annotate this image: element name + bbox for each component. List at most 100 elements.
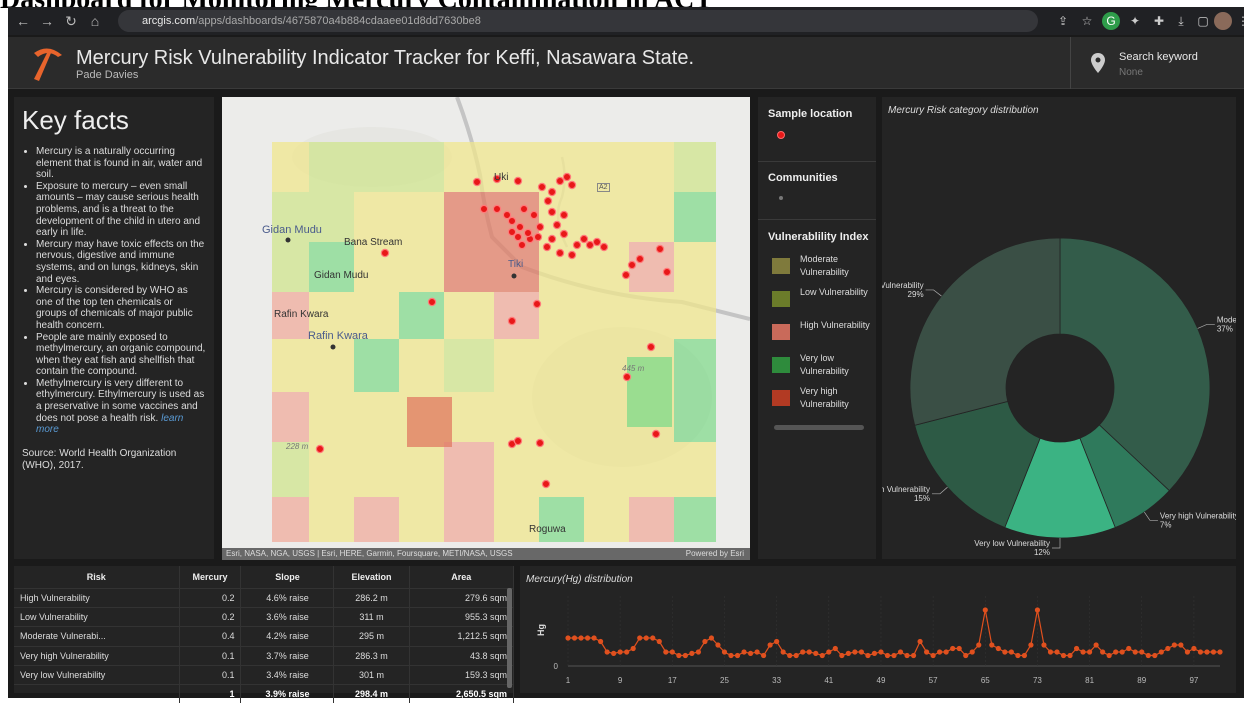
data-point[interactable] (1165, 646, 1170, 651)
sample-point[interactable] (516, 223, 523, 230)
grid-cell[interactable] (272, 392, 309, 442)
data-point[interactable] (944, 649, 949, 654)
grid-cell[interactable] (309, 497, 354, 542)
data-point[interactable] (637, 635, 642, 640)
data-point[interactable] (852, 649, 857, 654)
grid-cell[interactable] (444, 292, 494, 339)
data-point[interactable] (650, 635, 655, 640)
data-point[interactable] (768, 642, 773, 647)
data-point[interactable] (709, 635, 714, 640)
data-point[interactable] (702, 639, 707, 644)
grid-cell[interactable] (494, 497, 539, 542)
data-point[interactable] (996, 646, 1001, 651)
sample-point[interactable] (536, 439, 543, 446)
data-point[interactable] (983, 607, 988, 612)
data-point[interactable] (937, 649, 942, 654)
grid-cell[interactable] (444, 497, 494, 542)
sample-point[interactable] (560, 230, 567, 237)
data-point[interactable] (585, 635, 590, 640)
grid-cell[interactable] (494, 392, 539, 442)
grid-cell[interactable] (407, 397, 452, 447)
data-point[interactable] (1139, 649, 1144, 654)
data-point[interactable] (1054, 649, 1059, 654)
sample-point[interactable] (548, 235, 555, 242)
data-point[interactable] (722, 649, 727, 654)
grid-cell[interactable] (629, 497, 674, 542)
data-point[interactable] (826, 649, 831, 654)
grid-cell[interactable] (354, 497, 399, 542)
table-row[interactable]: Very high Vulnerability0.13.7% raise286.… (14, 646, 514, 665)
data-point[interactable] (957, 646, 962, 651)
extension-icon[interactable]: G (1102, 12, 1120, 30)
data-point[interactable] (605, 649, 610, 654)
sample-point[interactable] (543, 243, 550, 250)
forward-icon[interactable]: → (36, 10, 58, 32)
data-point[interactable] (859, 649, 864, 654)
sample-point[interactable] (536, 223, 543, 230)
data-point[interactable] (774, 639, 779, 644)
sample-point[interactable] (553, 221, 560, 228)
extension-color-icon[interactable]: ✦ (1126, 12, 1144, 30)
data-point[interactable] (1204, 649, 1209, 654)
data-point[interactable] (1146, 653, 1151, 658)
sample-point[interactable] (316, 445, 323, 452)
grid-cell[interactable] (584, 292, 629, 339)
data-point[interactable] (657, 639, 662, 644)
sample-point[interactable] (480, 205, 487, 212)
data-point[interactable] (565, 635, 570, 640)
home-icon[interactable]: ⌂ (84, 10, 106, 32)
grid-cell[interactable] (354, 142, 399, 192)
data-point[interactable] (872, 651, 877, 656)
sample-point[interactable] (524, 229, 531, 236)
data-point[interactable] (833, 646, 838, 651)
grid-cell[interactable] (629, 442, 674, 497)
sample-point[interactable] (428, 298, 435, 305)
data-point[interactable] (761, 653, 766, 658)
grid-cell[interactable] (309, 392, 354, 442)
grid-cell[interactable] (494, 339, 539, 392)
grid-cell[interactable] (674, 442, 716, 497)
data-point[interactable] (1087, 649, 1092, 654)
sample-point[interactable] (586, 241, 593, 248)
data-point[interactable] (696, 649, 701, 654)
data-point[interactable] (931, 653, 936, 658)
data-point[interactable] (1107, 653, 1112, 658)
data-point[interactable] (663, 649, 668, 654)
grid-cell[interactable] (354, 392, 399, 442)
data-point[interactable] (1133, 649, 1138, 654)
menu-icon[interactable]: ⋮ (1234, 12, 1244, 30)
map-view[interactable]: Gidan Mudu Gidan Mudu Bana Stream Rafin … (222, 97, 750, 560)
data-point[interactable] (898, 649, 903, 654)
table-header-cell[interactable]: Risk (14, 566, 179, 589)
data-point[interactable] (676, 653, 681, 658)
data-point[interactable] (917, 639, 922, 644)
grid-cell[interactable] (309, 142, 354, 192)
sample-point[interactable] (663, 268, 670, 275)
sample-point[interactable] (652, 430, 659, 437)
community-point[interactable] (286, 238, 291, 243)
data-point[interactable] (748, 651, 753, 656)
sample-point[interactable] (656, 245, 663, 252)
grid-cell[interactable] (629, 142, 674, 192)
data-point[interactable] (1198, 649, 1203, 654)
grid-cell[interactable] (674, 242, 716, 292)
grid-cell[interactable] (354, 442, 399, 497)
data-point[interactable] (1041, 642, 1046, 647)
sample-point[interactable] (548, 188, 555, 195)
data-point[interactable] (1217, 649, 1222, 654)
sample-point[interactable] (568, 181, 575, 188)
grid-cell[interactable] (444, 242, 494, 292)
data-point[interactable] (1002, 649, 1007, 654)
grid-cell[interactable] (539, 442, 584, 497)
grid-cell[interactable] (399, 292, 444, 339)
data-point[interactable] (1009, 649, 1014, 654)
star-icon[interactable]: ☆ (1078, 12, 1096, 30)
grid-cell[interactable] (354, 192, 399, 242)
data-point[interactable] (885, 653, 890, 658)
reload-icon[interactable]: ↻ (60, 10, 82, 32)
data-point[interactable] (591, 635, 596, 640)
table-row[interactable]: Moderate Vulnerabi...0.44.2% raise295 m1… (14, 627, 514, 646)
grid-cell[interactable] (629, 292, 674, 339)
pie-slice[interactable] (910, 238, 1060, 425)
data-point[interactable] (820, 653, 825, 658)
